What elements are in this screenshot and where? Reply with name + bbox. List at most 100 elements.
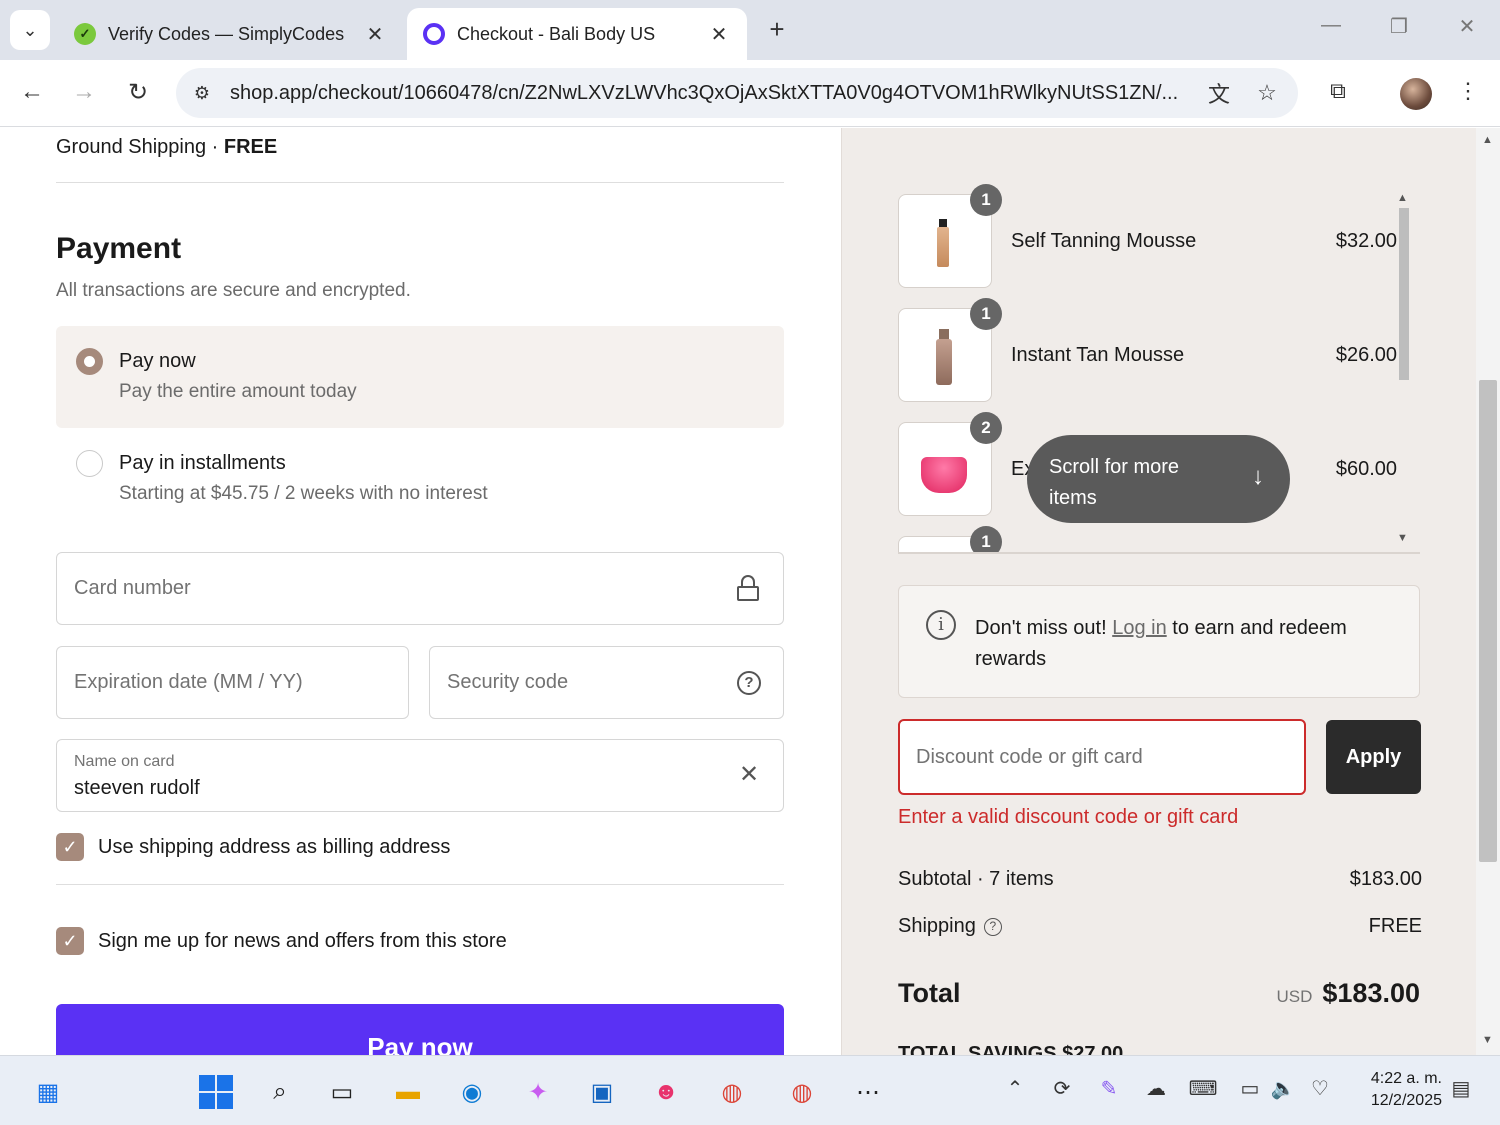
help-icon[interactable]: ? [983, 918, 1002, 936]
scroll-for-more-button[interactable]: Scroll for more items ↓ [1027, 435, 1290, 523]
sync-icon[interactable]: ⟳ [1047, 1076, 1077, 1101]
battery-icon[interactable]: ♡ [1305, 1076, 1335, 1101]
discount-error-message: Enter a valid discount code or gift card [898, 806, 1239, 828]
quantity-badge: 2 [970, 412, 1002, 444]
browser-tab-bar: ⌄ ✓ Verify Codes — SimplyCodes ✕ Checkou… [0, 0, 1500, 60]
pen-icon[interactable]: ✎ [1094, 1076, 1124, 1101]
scroll-up-icon[interactable]: ▲ [1482, 134, 1493, 146]
close-tab-icon[interactable]: ✕ [363, 22, 387, 47]
menu-icon[interactable]: ⋮ [1452, 78, 1484, 104]
back-button[interactable]: ← [16, 78, 48, 106]
checkout-form: Ground Shipping · FREE Payment All trans… [0, 128, 840, 1055]
translate-icon[interactable]: 文 [1202, 77, 1236, 109]
name-on-card-field[interactable]: Name on card steeven rudolf ✕ [56, 739, 784, 812]
clock-time: 4:22 a. m. [1370, 1070, 1442, 1087]
profile-avatar[interactable] [1400, 78, 1432, 110]
card-number-input[interactable] [74, 553, 730, 624]
clock-date: 12/2/2025 [1370, 1092, 1442, 1109]
restore-button[interactable]: ❐ [1384, 14, 1414, 39]
help-icon[interactable]: ? [737, 671, 761, 695]
tab-title: Verify Codes — SimplyCodes [108, 23, 345, 44]
option-title: Pay now [119, 350, 196, 372]
subtotal-value: $183.00 [1349, 868, 1422, 890]
volume-icon[interactable]: 🔈 [1268, 1076, 1298, 1101]
tab-search-button[interactable]: ⌄ [10, 10, 50, 50]
site-info-icon[interactable]: ⚙ [190, 83, 214, 104]
radio-selected[interactable] [76, 348, 103, 375]
billing-address-checkbox-row[interactable]: ✓ Use shipping address as billing addres… [56, 833, 450, 861]
divider [56, 884, 784, 885]
scroll-down-icon[interactable]: ▼ [1482, 1034, 1493, 1046]
start-button[interactable] [196, 1072, 236, 1112]
page-scrollbar[interactable]: ▲ ▼ [1476, 128, 1500, 1055]
extensions-icon[interactable]: ⧉ [1322, 78, 1354, 104]
payment-option-pay-now[interactable]: Pay now Pay the entire amount today [56, 326, 784, 428]
radio-unselected[interactable] [76, 450, 103, 477]
total-label: Total [898, 978, 961, 1008]
expiration-date-field[interactable] [56, 646, 409, 719]
show-hidden-icons-icon[interactable]: ⌃ [1000, 1076, 1030, 1101]
url-text[interactable]: shop.app/checkout/10660478/cn/Z2NwLXVzLW… [230, 82, 1202, 105]
payment-option-installments[interactable]: Pay in installments Starting at $45.75 /… [56, 428, 784, 530]
system-clock[interactable]: 4:22 a. m. 12/2/2025 [1352, 1068, 1442, 1112]
scrollbar-thumb[interactable] [1399, 208, 1409, 380]
expiration-date-input[interactable] [74, 647, 355, 718]
tab-verify-codes[interactable]: ✓ Verify Codes — SimplyCodes ✕ [58, 8, 403, 60]
newsletter-checkbox-row[interactable]: ✓ Sign me up for news and offers from th… [56, 927, 507, 955]
close-window-button[interactable]: ✕ [1452, 14, 1482, 39]
store-icon[interactable]: ▣ [582, 1072, 622, 1112]
notice-text: Don't miss out! Log in to earn and redee… [975, 613, 1395, 675]
name-on-card-value[interactable]: steeven rudolf [74, 777, 200, 800]
scroll-down-icon[interactable]: ▼ [1397, 532, 1408, 544]
more-apps-icon[interactable]: ⋯ [848, 1072, 888, 1112]
security-code-input[interactable] [447, 647, 730, 718]
chevron-down-icon: ⌄ [22, 19, 38, 40]
shipping-method-separator: · [206, 136, 224, 158]
tab-checkout[interactable]: Checkout - Bali Body US ✕ [407, 8, 747, 60]
apply-button[interactable]: Apply [1326, 720, 1421, 794]
close-tab-icon[interactable]: ✕ [707, 22, 731, 47]
checkbox-checked[interactable]: ✓ [56, 927, 84, 955]
total-savings: TOTAL SAVINGS $27.00 [898, 1043, 1124, 1055]
items-scrollbar[interactable]: ▲ ▼ [1397, 192, 1409, 547]
bookmark-star-icon[interactable]: ☆ [1250, 80, 1284, 106]
security-code-field[interactable]: ? [429, 646, 784, 719]
address-bar[interactable]: ⚙ shop.app/checkout/10660478/cn/Z2NwLXVz… [176, 68, 1298, 118]
total-currency: USD [1276, 987, 1313, 1006]
item-name: Self Tanning Mousse [1011, 230, 1197, 252]
file-explorer-icon[interactable]: ▬ [388, 1072, 428, 1112]
checkbox-checked[interactable]: ✓ [56, 833, 84, 861]
minimize-button[interactable]: — [1316, 14, 1346, 37]
reload-button[interactable]: ↻ [122, 78, 154, 107]
option-title: Pay in installments [119, 452, 286, 474]
discount-code-field[interactable] [898, 719, 1306, 795]
new-tab-button[interactable]: + [762, 14, 792, 45]
pay-now-button[interactable]: Pay now [56, 1004, 784, 1055]
scrollbar-thumb[interactable] [1479, 380, 1497, 862]
keyboard-icon[interactable]: ⌨ [1188, 1076, 1218, 1101]
login-link[interactable]: Log in [1112, 617, 1167, 639]
lock-icon [737, 575, 759, 601]
onedrive-icon[interactable]: ☁ [1141, 1076, 1171, 1101]
app-robot-icon[interactable]: ☻ [646, 1072, 686, 1112]
chrome-profile-v-icon[interactable]: ◍ [712, 1072, 752, 1112]
notifications-icon[interactable]: ▤ [1446, 1076, 1476, 1101]
widgets-icon[interactable]: ▦ [28, 1072, 68, 1112]
network-icon[interactable]: ▭ [1235, 1076, 1265, 1101]
shop-pay-icon [423, 23, 445, 45]
card-number-field[interactable] [56, 552, 784, 625]
discount-code-input[interactable] [916, 721, 1286, 793]
search-icon[interactable]: ⌕ [260, 1072, 300, 1112]
shipping-method-price: FREE [223, 136, 278, 158]
copilot-icon[interactable]: ✦ [518, 1072, 558, 1112]
forward-button[interactable]: → [68, 78, 100, 106]
task-view-icon[interactable]: ▭ [322, 1072, 362, 1112]
item-price: $32.00 [1335, 230, 1397, 252]
clear-icon[interactable]: ✕ [735, 760, 763, 788]
scroll-up-icon[interactable]: ▲ [1397, 192, 1408, 204]
order-summary: 1 Self Tanning Mousse $32.00 1 Instant T… [841, 128, 1476, 1055]
option-description: Starting at $45.75 / 2 weeks with no int… [119, 483, 488, 504]
chrome-icon[interactable]: ◍ [782, 1072, 822, 1112]
edge-icon[interactable]: ◉ [452, 1072, 492, 1112]
subtotal-label: Subtotal · 7 items [898, 868, 1054, 890]
